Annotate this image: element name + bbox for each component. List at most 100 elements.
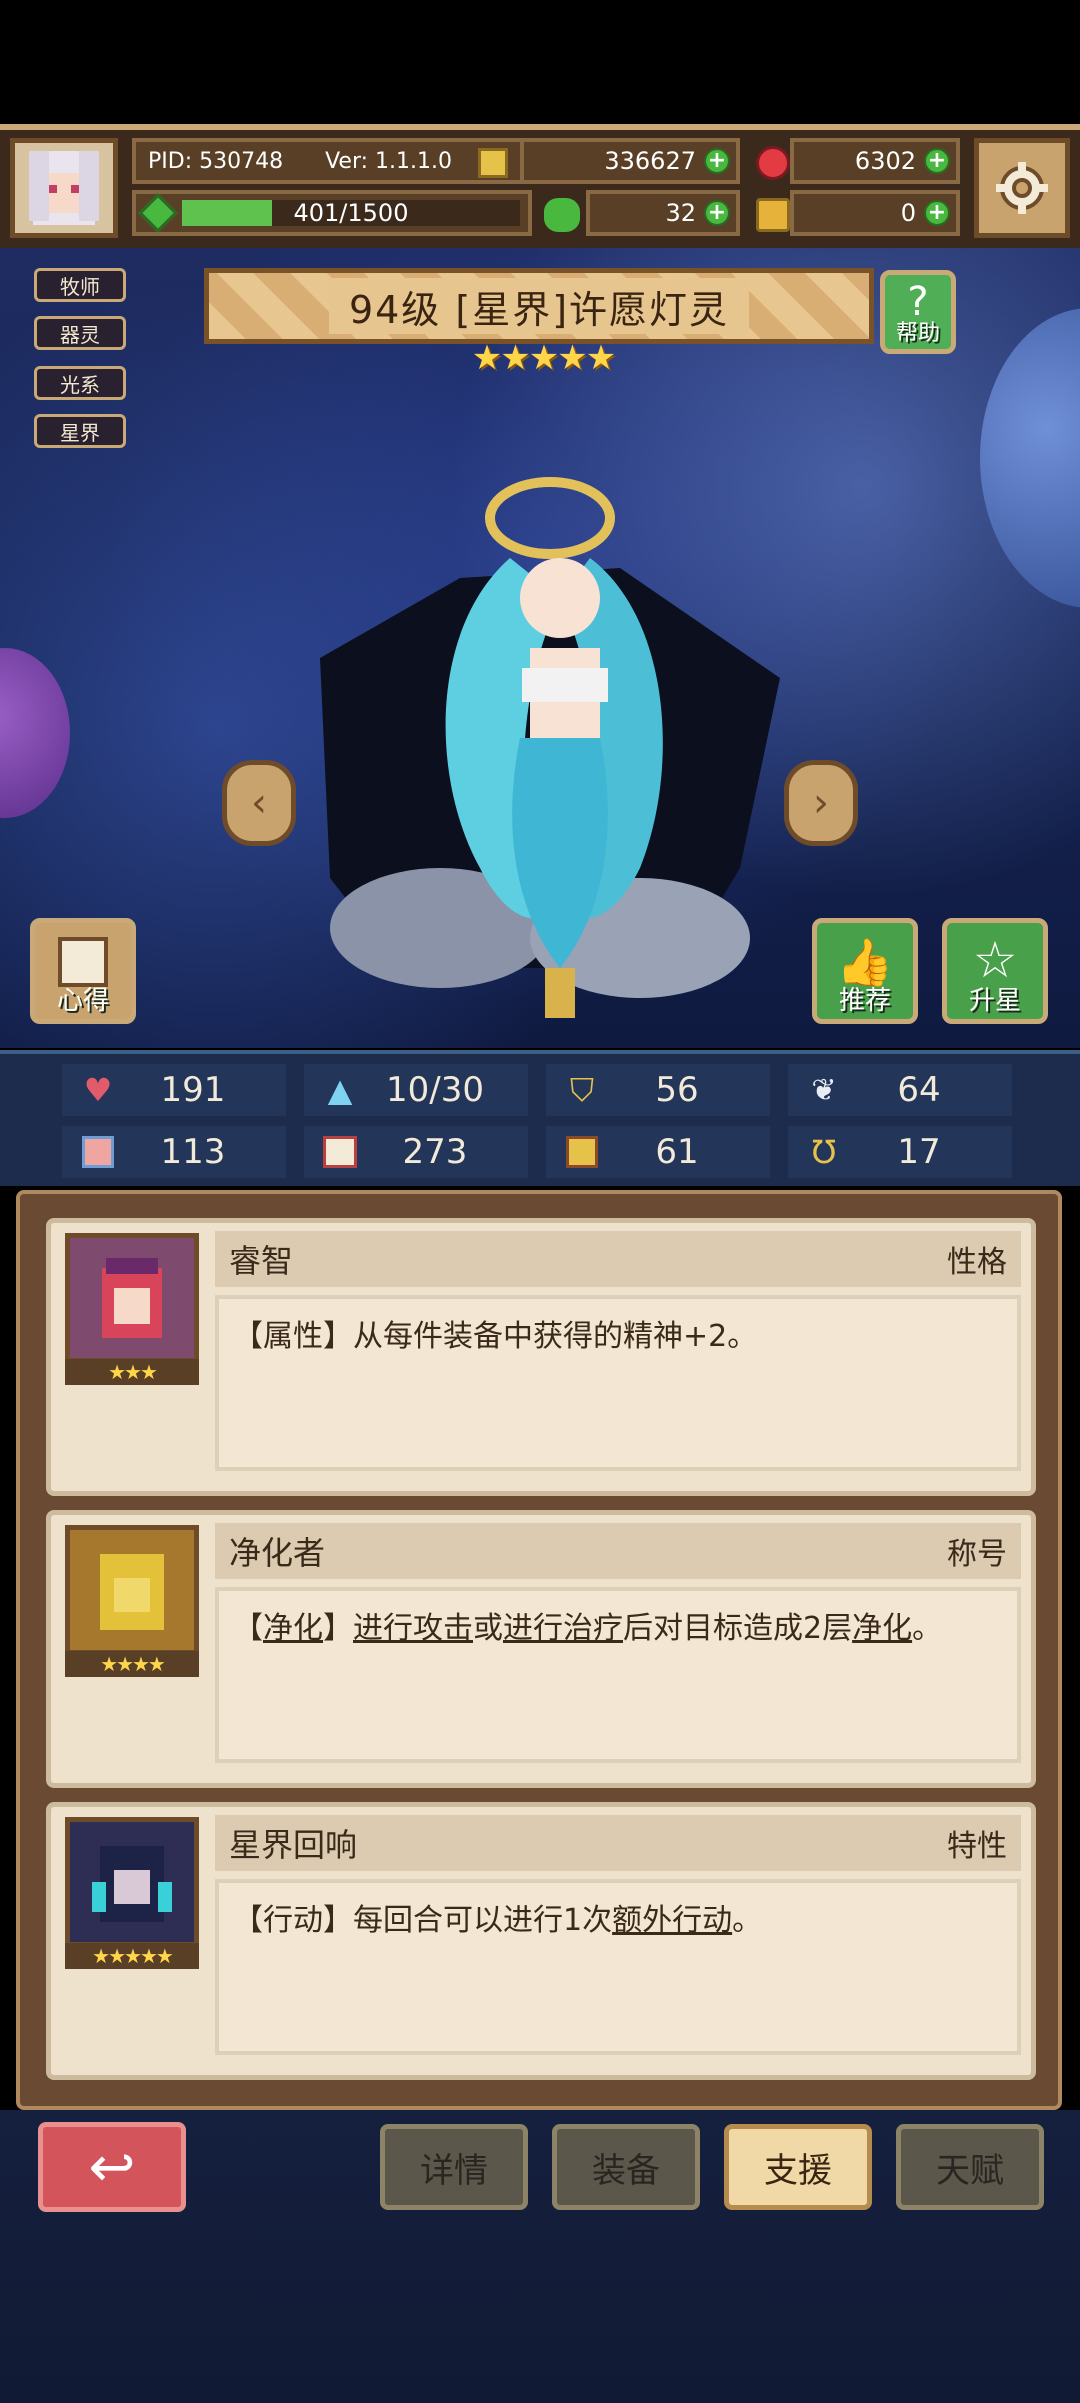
game-version: Ver: 1.1.1.0 (325, 148, 453, 174)
stat-mana: ▲ 10/30 (304, 1064, 528, 1116)
keyword-link[interactable]: 进行治疗 (503, 1611, 623, 1646)
keyword-link[interactable]: 净化 (852, 1611, 912, 1646)
gem-icon (756, 146, 790, 180)
boot-icon (560, 1130, 604, 1174)
star-up-button[interactable]: ☆ 升星 (942, 918, 1048, 1024)
top-resource-bar: PID: 530748 Ver: 1.1.1.0 336627 + 6302 +… (0, 124, 1080, 254)
description-text: 。 (732, 1903, 763, 1938)
keyword-link[interactable]: 额外行动 (612, 1903, 732, 1938)
horseshoe-icon: Ʊ (811, 1133, 837, 1171)
stat-value: 64 (897, 1070, 941, 1110)
back-button[interactable]: ↩ (38, 2122, 186, 2212)
pouch-panel: 0 + (790, 190, 960, 236)
support-card[interactable]: ★★★★ 净化者 称号 【净化】进行攻击或进行治疗后对目标造成2层净化。 (46, 1510, 1036, 1788)
next-hero-button[interactable]: › (784, 760, 858, 846)
tab-equipment[interactable]: 装备 (552, 2124, 700, 2210)
fist-icon (76, 1130, 120, 1174)
player-id: PID: 530748 (148, 148, 284, 174)
player-avatar[interactable] (10, 138, 118, 238)
support-portrait (65, 1233, 199, 1363)
wing-icon: ❦ (811, 1072, 837, 1108)
stat-value: 17 (897, 1132, 941, 1172)
add-clover-button[interactable]: + (704, 200, 730, 226)
support-stars: ★★★★ (65, 1651, 199, 1677)
add-gem-button[interactable]: + (924, 148, 950, 174)
stat-speed: 61 (546, 1126, 770, 1178)
keyword-link[interactable]: 进行攻击 (353, 1611, 473, 1646)
support-description: 【属性】从每件装备中获得的精神+2。 (215, 1295, 1021, 1471)
add-pouch-button[interactable]: + (924, 200, 950, 226)
stat-evasion: ❦ 64 (788, 1064, 1012, 1116)
gem-amount: 6302 (854, 147, 916, 175)
support-stars: ★★★★★ (65, 1943, 199, 1969)
notes-icon (58, 937, 108, 987)
hero-title-banner: 94级 [星界]许愿灯灵 (204, 268, 874, 344)
support-type: 特性 (947, 1829, 1007, 1864)
notes-button[interactable]: 心得 (30, 918, 136, 1024)
recommend-button[interactable]: 👍 推荐 (812, 918, 918, 1024)
energy-icon (138, 193, 178, 233)
character-portrait-image (92, 1846, 172, 1922)
clover-panel: 32 + (586, 190, 740, 236)
tag-realm: 星界 (34, 414, 126, 448)
tab-talents[interactable]: 天赋 (896, 2124, 1044, 2210)
energy-panel: 401/1500 (132, 190, 532, 236)
character-portrait-image (102, 1258, 162, 1338)
hero-sprite-image (320, 477, 780, 1018)
stat-value: 191 (160, 1070, 226, 1110)
gear-icon (996, 162, 1048, 214)
support-portrait (65, 1525, 199, 1655)
clover-icon (544, 198, 580, 232)
keyword-link[interactable]: 净化 (263, 1611, 323, 1646)
tab-details[interactable]: 详情 (380, 2124, 528, 2210)
support-type: 性格 (947, 1245, 1007, 1280)
blue-planet-image (980, 308, 1080, 608)
id-version-panel: PID: 530748 Ver: 1.1.1.0 (132, 138, 532, 184)
support-card[interactable]: ★★★★★ 星界回响 特性 【行动】每回合可以进行1次额外行动。 (46, 1802, 1036, 2080)
description-text: 后对目标造成2层 (623, 1611, 853, 1646)
pouch-amount: 0 (900, 199, 916, 227)
pouch-icon (756, 198, 790, 232)
support-portrait (65, 1817, 199, 1947)
support-header: 睿智 性格 (215, 1231, 1021, 1287)
gold-coin-icon (478, 148, 508, 178)
avatar-icon (29, 151, 99, 225)
support-type: 称号 (947, 1537, 1007, 1572)
stat-value: 273 (402, 1132, 468, 1172)
description-text: 或 (473, 1611, 503, 1646)
stat-value: 113 (160, 1132, 226, 1172)
hero-stars: ★★★★★ (471, 338, 616, 378)
stat-attack: 113 (62, 1126, 286, 1178)
support-header: 净化者 称号 (215, 1523, 1021, 1579)
stat-luck: Ʊ 17 (788, 1126, 1012, 1178)
energy-value: 401/1500 (293, 199, 409, 227)
tag-class: 牧师 (34, 268, 126, 302)
energy-bar: 401/1500 (182, 200, 520, 226)
tag-type: 器灵 (34, 316, 126, 350)
shield-icon: ⛉ (569, 1070, 594, 1109)
support-description: 【净化】进行攻击或进行治疗后对目标造成2层净化。 (215, 1587, 1021, 1763)
gold-amount: 336627 (604, 147, 696, 175)
support-cards-panel: ★★★ 睿智 性格 【属性】从每件装备中获得的精神+2。 ★★★★ 净化者 称号… (16, 1190, 1062, 2110)
settings-button[interactable] (974, 138, 1070, 238)
gold-panel: 336627 + (520, 138, 740, 184)
prev-hero-button[interactable]: ‹ (222, 760, 296, 846)
support-card[interactable]: ★★★ 睿智 性格 【属性】从每件装备中获得的精神+2。 (46, 1218, 1036, 1496)
chevron-right-icon: › (813, 780, 829, 826)
tab-support[interactable]: 支援 (724, 2124, 872, 2210)
clover-amount: 32 (665, 199, 696, 227)
description-text: 【属性】从每件装备中获得的精神+2。 (233, 1319, 758, 1354)
support-name: 星界回响 (229, 1826, 358, 1864)
gem-panel: 6302 + (790, 138, 960, 184)
hero-scene: 牧师 器灵 光系 星界 94级 [星界]许愿灯灵 ★★★★★ ? 帮助 ‹ › … (0, 248, 1080, 1048)
hero-stats-panel: ♥ 191 ▲ 10/30 ⛉ 56 ❦ 64 113 273 61 Ʊ 17 (0, 1050, 1080, 1186)
add-gold-button[interactable]: + (704, 148, 730, 174)
book-icon (318, 1130, 362, 1174)
help-button[interactable]: ? 帮助 (880, 270, 956, 354)
chevron-left-icon: ‹ (251, 780, 267, 826)
stat-health: ♥ 191 (62, 1064, 286, 1116)
stat-value: 10/30 (386, 1070, 484, 1110)
description-text: 】 (323, 1611, 353, 1646)
drop-icon: ▲ (327, 1071, 353, 1109)
star-up-icon: ☆ (972, 931, 1018, 989)
